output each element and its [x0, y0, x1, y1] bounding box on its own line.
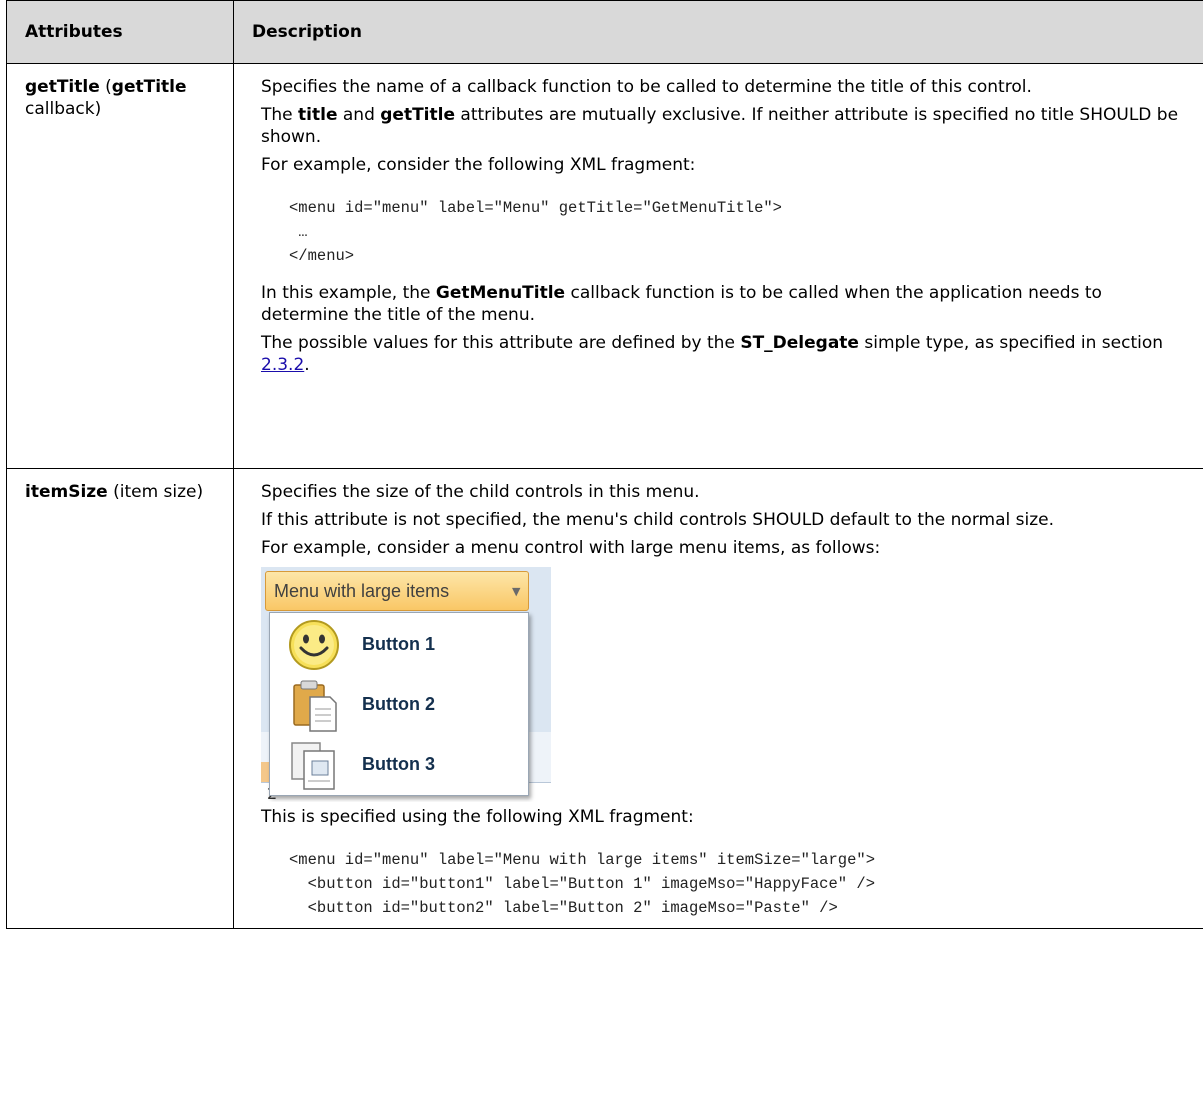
menu-dropdown: Button 1 Button 2 Button 3 [269, 612, 529, 796]
description-paragraph: The title and getTitle attributes are mu… [261, 105, 1179, 147]
code-block: <menu id="menu" label="Menu with large i… [289, 848, 1183, 920]
table-row: getTitle (getTitle callback) Specifies t… [6, 63, 1203, 469]
code-line: <button id="button2" label="Button 2" im… [289, 899, 838, 917]
attribute-name-cell: itemSize (item size) [6, 468, 234, 929]
column-header-attributes: Attributes [6, 0, 234, 64]
paste-icon [293, 680, 337, 732]
column-header-description: Description [233, 0, 1203, 64]
menu-item-label: Button 3 [362, 754, 435, 774]
dropdown-arrow-icon: ▼ [512, 585, 521, 598]
menu-item-label: Button 1 [362, 634, 435, 654]
description-paragraph: This is specified using the following XM… [261, 807, 694, 827]
happy-face-icon [289, 620, 339, 670]
menu-item: Button 3 [270, 735, 528, 795]
section-link[interactable]: 2.3.2 [261, 355, 304, 375]
menu-button-label: Menu with large items [274, 581, 450, 601]
attribute-name-cell: getTitle (getTitle callback) [6, 63, 234, 469]
attribute-description-cell: Specifies the name of a callback functio… [233, 63, 1203, 469]
attribute-name-text: (item size) [107, 482, 204, 502]
description-paragraph: If this attribute is not specified, the … [261, 510, 1054, 530]
attribute-name: getTitle [25, 77, 100, 97]
code-block: <menu id="menu" label="Menu" getTitle="G… [289, 196, 1183, 268]
table-header-row: Attributes Description [6, 0, 1203, 64]
description-paragraph: In this example, the GetMenuTitle callba… [261, 283, 1102, 325]
attributes-table: Attributes Description getTitle (getTitl… [6, 0, 1203, 929]
attribute-callback-name: getTitle [111, 77, 187, 97]
attribute-name-text: ( [99, 77, 112, 97]
menu-item-label: Button 2 [362, 694, 435, 714]
code-line: <button id="button1" label="Button 1" im… [289, 875, 875, 893]
code-line: <menu id="menu" label="Menu" getTitle="G… [289, 199, 782, 217]
description-paragraph: Specifies the name of a callback functio… [261, 77, 1032, 97]
description-paragraph: For example, consider the following XML … [261, 155, 696, 175]
code-line: </menu> [289, 247, 355, 265]
menu-screenshot: 2 Menu with large items ▼ But [261, 567, 551, 802]
description-paragraph: Specifies the size of the child controls… [261, 482, 700, 502]
menu-item: Button 2 [270, 675, 528, 735]
attribute-name: itemSize [25, 482, 108, 502]
attribute-description-cell: Specifies the size of the child controls… [233, 468, 1203, 929]
menu-item: Button 1 [270, 615, 528, 675]
description-paragraph: For example, consider a menu control wit… [261, 538, 881, 558]
document-icon [291, 742, 335, 790]
code-line: … [289, 223, 308, 241]
table-row: itemSize (item size) Specifies the size … [6, 468, 1203, 929]
description-paragraph: The possible values for this attribute a… [261, 333, 1164, 375]
menu-button: Menu with large items ▼ [265, 571, 529, 611]
attribute-name-text: callback) [25, 99, 102, 119]
code-line: <menu id="menu" label="Menu with large i… [289, 851, 875, 869]
